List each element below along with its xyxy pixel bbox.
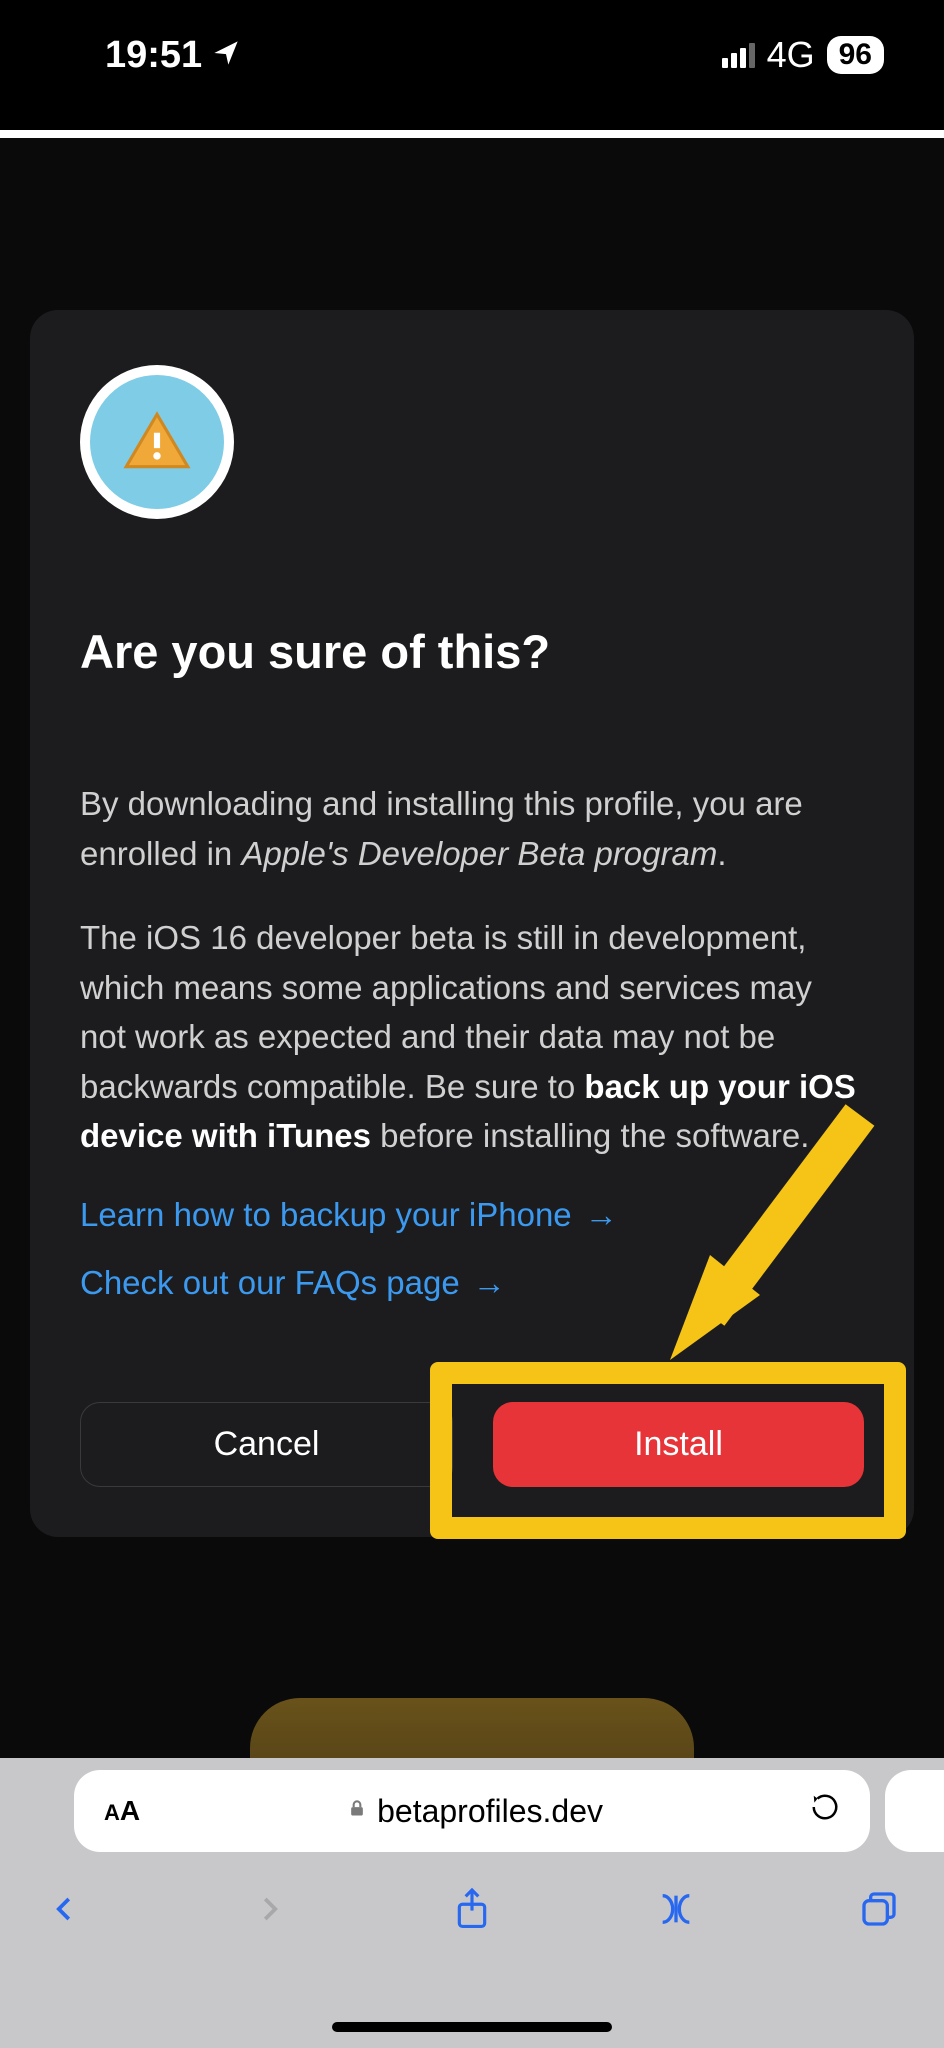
install-button[interactable]: Install (493, 1402, 864, 1487)
backup-link[interactable]: Learn how to backup your iPhone → (80, 1196, 618, 1234)
status-time: 19:51 (105, 34, 202, 77)
location-icon (212, 34, 240, 77)
arrow-right-icon: → (464, 1264, 506, 1301)
arrow-right-icon: → (576, 1196, 618, 1233)
cancel-button[interactable]: Cancel (80, 1402, 453, 1487)
text-segment: . (717, 835, 726, 872)
link-label: Learn how to backup your iPhone (80, 1196, 572, 1233)
warning-icon (90, 375, 224, 509)
tabs-button[interactable] (854, 1884, 904, 1934)
faqs-link[interactable]: Check out our FAQs page → (80, 1264, 506, 1302)
dialog-buttons: Cancel Install (80, 1402, 864, 1487)
lock-icon (347, 1796, 367, 1827)
browser-toolbar (0, 1852, 944, 1934)
dialog-title: Are you sure of this? (80, 624, 864, 679)
url-text: betaprofiles.dev (377, 1793, 603, 1830)
signal-icon (722, 43, 755, 68)
next-tab-peek[interactable] (885, 1770, 944, 1852)
warning-icon-wrap (80, 365, 234, 519)
status-right: 4G 96 (722, 34, 884, 76)
back-button[interactable] (40, 1884, 90, 1934)
text-segment: before installing the software. (371, 1117, 809, 1154)
bookmarks-button[interactable] (651, 1884, 701, 1934)
confirm-dialog: Are you sure of this? By downloading and… (30, 310, 914, 1537)
dialog-paragraph-2: The iOS 16 developer beta is still in de… (80, 913, 864, 1161)
dialog-paragraph-1: By downloading and installing this profi… (80, 779, 864, 878)
forward-button[interactable] (244, 1884, 294, 1934)
reload-button[interactable] (810, 1792, 840, 1830)
home-indicator[interactable] (332, 2022, 612, 2032)
text-italic: Apple's Developer Beta program (241, 835, 717, 872)
reader-aa-button[interactable]: AA (104, 1795, 140, 1827)
address-bar[interactable]: AA betaprofiles.dev (74, 1770, 870, 1852)
status-bar: 19:51 4G 96 (0, 0, 944, 130)
url-display[interactable]: betaprofiles.dev (140, 1793, 810, 1830)
divider (0, 130, 944, 138)
link-label: Check out our FAQs page (80, 1264, 460, 1301)
share-button[interactable] (447, 1884, 497, 1934)
browser-chrome: AA betaprofiles.dev (0, 1758, 944, 2048)
status-time-group: 19:51 (105, 34, 240, 77)
network-type: 4G (767, 34, 815, 76)
battery-badge: 96 (827, 36, 884, 74)
